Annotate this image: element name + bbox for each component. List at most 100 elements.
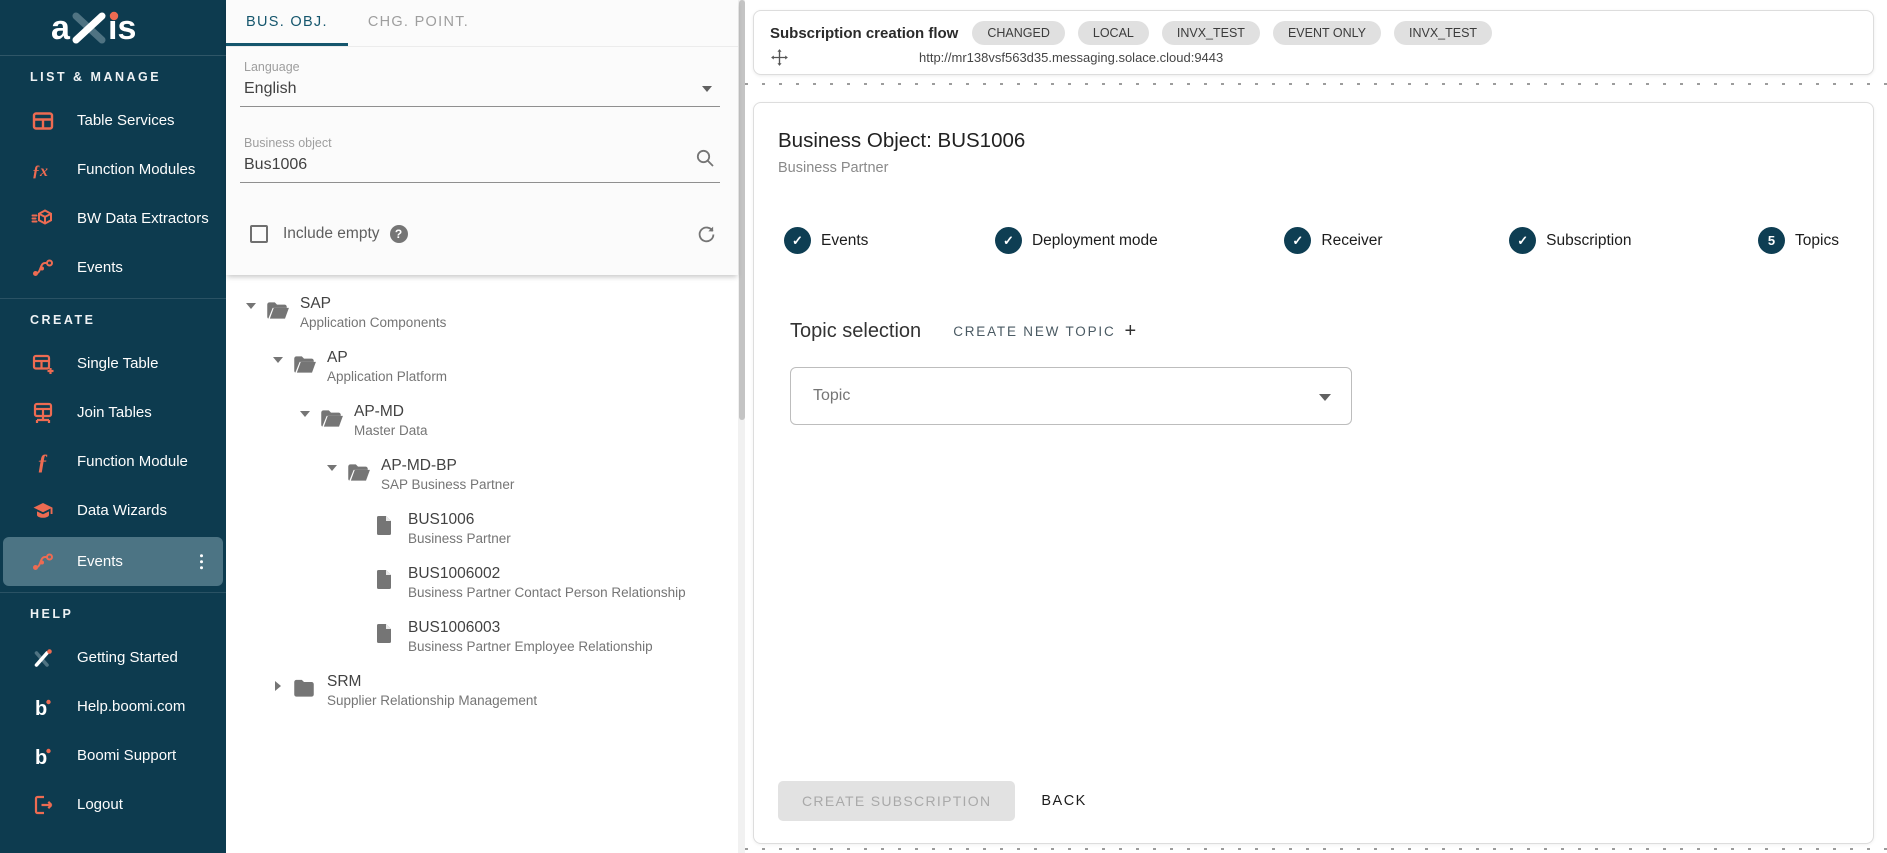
dashed-divider-top [745, 83, 1887, 85]
sidebar-item-single-table[interactable]: Single Table [0, 339, 226, 388]
events-icon [30, 255, 56, 281]
business-object-subtitle: Business Partner [778, 159, 1849, 177]
sidebar-item-logout[interactable]: Logout [0, 780, 226, 829]
scrollbar-thumb[interactable] [739, 0, 745, 420]
more-options-icon[interactable] [200, 554, 204, 570]
collapse-arrow-icon[interactable] [294, 411, 316, 417]
panel-scrollbar [738, 0, 745, 853]
tree-node-bus1006002[interactable]: BUS1006002Business Partner Contact Perso… [226, 557, 738, 611]
flow-title: Subscription creation flow [770, 25, 958, 42]
step-receiver[interactable]: ✓ Receiver [1284, 227, 1382, 254]
tree-node-subtitle: SAP Business Partner [381, 477, 514, 492]
svg-text:ƒx: ƒx [32, 163, 48, 180]
tree-node-ap-md-bp[interactable]: AP-MD-BPSAP Business Partner [226, 449, 738, 503]
sidebar-item-table-services[interactable]: Table Services [0, 96, 226, 145]
collapse-arrow-icon[interactable] [267, 357, 289, 363]
boomi-b-icon: b [30, 694, 56, 720]
function-module-icon: ƒ [30, 449, 56, 475]
step-check-icon: ✓ [1509, 227, 1536, 254]
section-label: HELP [30, 607, 196, 621]
search-icon[interactable] [694, 147, 716, 174]
svg-text:a: a [51, 9, 71, 47]
business-object-label: Business object [244, 137, 716, 150]
step-number-icon: 5 [1758, 227, 1785, 254]
tree-node-bus1006[interactable]: BUS1006Business Partner [226, 503, 738, 557]
sidebar-item-label: Events [77, 259, 123, 276]
back-button[interactable]: BACK [1041, 793, 1087, 809]
folder-open-icon [264, 297, 290, 328]
step-deployment-mode[interactable]: ✓ Deployment mode [995, 227, 1158, 254]
app-screen: a ıs LIST & MANAGE Table Services [0, 0, 1887, 853]
create-subscription-button[interactable]: CREATE SUBSCRIPTION [778, 781, 1015, 821]
language-select[interactable]: Language English [240, 61, 720, 107]
wizard-stepper: ✓ Events ✓ Deployment mode ✓ Receiver ✓ … [778, 227, 1849, 254]
topic-selection-header: Topic selection CREATE NEW TOPIC + [778, 320, 1849, 343]
sidebar-item-bw-data-extractors[interactable]: BW Data Extractors [0, 194, 226, 243]
chevron-down-icon[interactable] [702, 86, 712, 92]
broker-url: http://mr138vsf563d35.messaging.solace.c… [919, 50, 1223, 65]
tree-node-title: SRM [327, 673, 361, 690]
collapse-arrow-icon[interactable] [321, 465, 343, 471]
sidebar-item-getting-started[interactable]: Getting Started [0, 633, 226, 682]
sidebar-item-label: Getting Started [77, 649, 178, 666]
tree-node-title: AP-MD [354, 403, 404, 420]
move-handle-icon[interactable] [770, 48, 789, 67]
step-check-icon: ✓ [995, 227, 1022, 254]
collapse-arrow-icon[interactable] [240, 303, 262, 309]
flow-badges: CHANGED LOCAL INVX_TEST EVENT ONLY INVX_… [972, 21, 1492, 45]
expand-arrow-icon[interactable] [267, 681, 289, 691]
business-object-input[interactable]: Business object Bus1006 [240, 137, 720, 183]
step-subscription[interactable]: ✓ Subscription [1509, 227, 1631, 254]
folder-open-icon [291, 351, 317, 382]
sidebar-item-label: Table Services [77, 112, 175, 129]
sidebar-item-label: Logout [77, 796, 123, 813]
join-tables-icon [30, 400, 56, 426]
tree-node-title: BUS1006003 [408, 619, 500, 636]
sidebar: a ıs LIST & MANAGE Table Services [0, 0, 226, 853]
folder-open-icon [345, 459, 371, 490]
sidebar-item-data-wizards[interactable]: Data Wizards [0, 486, 226, 535]
status-badge: INVX_TEST [1394, 21, 1492, 45]
sidebar-item-label: Single Table [77, 355, 158, 372]
tree-node-srm[interactable]: SRMSupplier Relationship Management [226, 665, 738, 719]
step-check-icon: ✓ [784, 227, 811, 254]
tree-node-bus1006003[interactable]: BUS1006003Business Partner Employee Rela… [226, 611, 738, 665]
step-label: Deployment mode [1032, 232, 1158, 250]
status-badge: INVX_TEST [1162, 21, 1260, 45]
svg-text:b: b [35, 747, 47, 768]
sidebar-item-join-tables[interactable]: Join Tables [0, 388, 226, 437]
include-empty-row: Include empty ? [250, 221, 718, 247]
sidebar-item-boomi-support[interactable]: b Boomi Support [0, 731, 226, 780]
folder-open-icon [318, 405, 344, 436]
subscription-wizard-card: Business Object: BUS1006 Business Partne… [753, 102, 1874, 844]
filter-panel: BUS. OBJ. CHG. POINT. Language English B… [226, 0, 738, 853]
sidebar-item-function-module[interactable]: ƒ Function Module [0, 437, 226, 486]
tab-bus-obj[interactable]: BUS. OBJ. [226, 0, 348, 46]
include-empty-checkbox[interactable] [250, 225, 268, 243]
sidebar-item-events-selected[interactable]: Events [3, 537, 223, 586]
sidebar-item-function-modules[interactable]: ƒx Function Modules [0, 145, 226, 194]
sidebar-item-label: Join Tables [77, 404, 152, 421]
business-object-title: Business Object: BUS1006 [778, 129, 1849, 153]
step-label: Receiver [1321, 232, 1382, 250]
tab-chg-point[interactable]: CHG. POINT. [348, 0, 489, 46]
axis-logo-icon: a ıs [49, 7, 177, 49]
tree-node-title: AP [327, 349, 348, 366]
step-events[interactable]: ✓ Events [784, 227, 868, 254]
sidebar-section-help: HELP Getting Started b Help.boomi.com [0, 592, 226, 829]
help-icon[interactable]: ? [390, 225, 408, 243]
refresh-icon[interactable] [695, 223, 718, 246]
sidebar-item-label: Boomi Support [77, 747, 176, 764]
sidebar-section-create: CREATE Single Table Join Tables ƒ [0, 298, 226, 586]
document-icon [372, 567, 398, 596]
create-new-topic-button[interactable]: CREATE NEW TOPIC + [953, 320, 1136, 343]
tree-node-sap[interactable]: SAPApplication Components [226, 287, 738, 341]
tree-node-ap-md[interactable]: AP-MDMaster Data [226, 395, 738, 449]
tree-node-ap[interactable]: APApplication Platform [226, 341, 738, 395]
sidebar-item-label: Help.boomi.com [77, 698, 185, 715]
step-topics[interactable]: 5 Topics [1758, 227, 1839, 254]
topic-dropdown[interactable]: Topic [790, 367, 1352, 425]
filter-header: BUS. OBJ. CHG. POINT. Language English B… [226, 0, 738, 275]
sidebar-item-events[interactable]: Events [0, 243, 226, 292]
sidebar-item-help-boomi[interactable]: b Help.boomi.com [0, 682, 226, 731]
